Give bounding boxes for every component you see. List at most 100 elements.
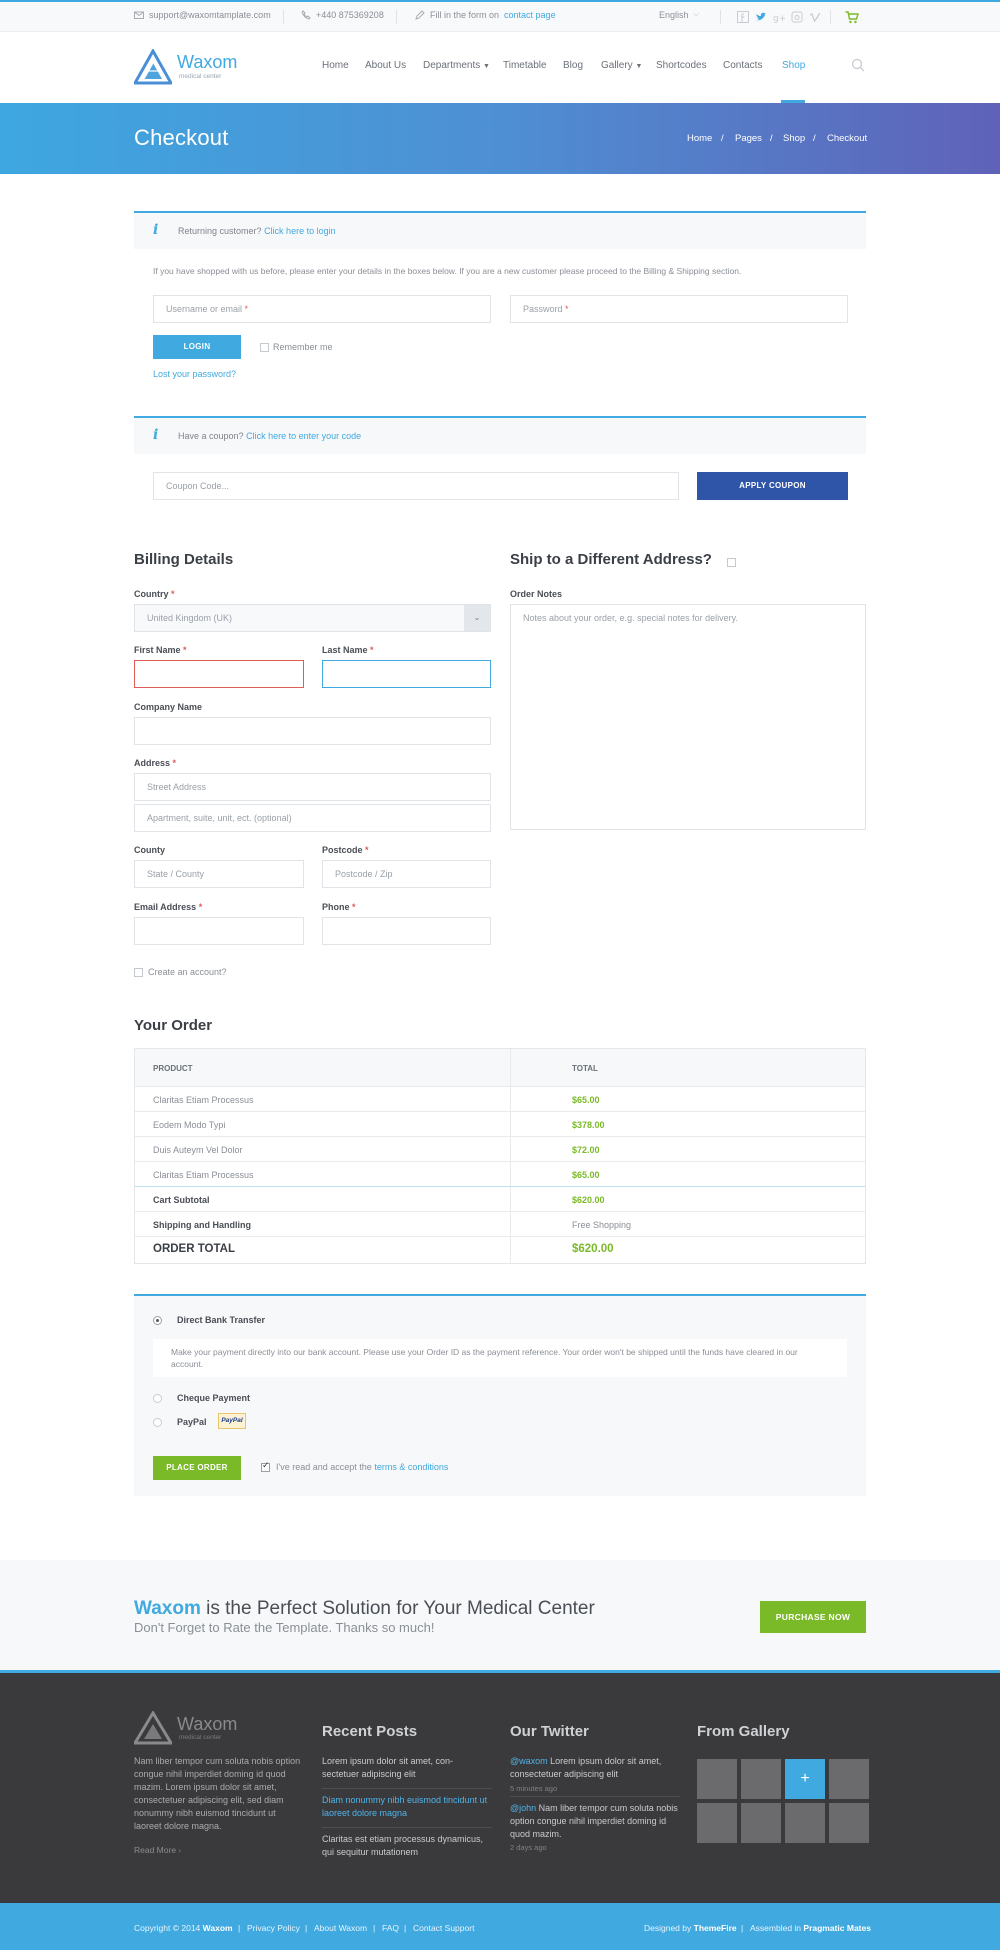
password-placeholder: Password: [523, 304, 563, 314]
lost-password-link[interactable]: Lost your password?: [153, 369, 236, 379]
gallery-thumbnail[interactable]: [785, 1803, 825, 1843]
nav-home[interactable]: Home: [322, 60, 349, 71]
tweet-text: Nam liber tempor cum soluta nobis option…: [510, 1803, 678, 1839]
nav-departments[interactable]: Departments ▼: [423, 60, 490, 71]
apartment-input[interactable]: Apartment, suite, unit, ect. (optional): [134, 804, 491, 832]
promo-subline: Don't Forget to Rate the Template. Thank…: [134, 1620, 435, 1635]
shipping-label: Shipping and Handling: [153, 1220, 251, 1230]
email-contact[interactable]: support@waxomtamplate.com: [134, 10, 271, 20]
gallery-thumbnail[interactable]: [741, 1759, 781, 1799]
coupon-code-input[interactable]: Coupon Code...: [153, 472, 679, 500]
instagram-icon[interactable]: [791, 11, 803, 23]
nav-contacts[interactable]: Contacts: [723, 60, 762, 71]
read-more-link[interactable]: Read More ›: [134, 1845, 181, 1855]
promo-brand: Waxom: [134, 1598, 201, 1619]
password-input[interactable]: Password *: [510, 295, 848, 323]
cheque-radio[interactable]: [153, 1394, 162, 1403]
paypal-label: PayPal: [177, 1417, 207, 1427]
language-value: English: [659, 10, 689, 20]
footer-logo[interactable]: Waxom medical center: [134, 1711, 244, 1747]
total-column-header: TOTAL: [572, 1064, 598, 1073]
recent-post-item[interactable]: Diam nonummy nibh euismod tincidunt ut l…: [322, 1794, 492, 1820]
google-plus-icon[interactable]: g+: [773, 11, 785, 23]
terms-checkbox[interactable]: ✓: [261, 1460, 270, 1472]
gallery-thumbnail[interactable]: [697, 1803, 737, 1843]
last-name-input[interactable]: [322, 660, 491, 688]
first-name-input[interactable]: [134, 660, 304, 688]
phone-label: Phone *: [322, 902, 356, 912]
required-mark: *: [198, 902, 203, 912]
fill-form-note: Fill in the form on contact page: [415, 10, 556, 20]
login-link[interactable]: Click here to login: [264, 226, 336, 236]
company-input[interactable]: [134, 717, 491, 745]
nav-about-us[interactable]: About Us: [365, 60, 406, 71]
assembled-in-link[interactable]: Pragmatic Mates: [803, 1923, 871, 1933]
language-select[interactable]: English ⌵: [659, 10, 699, 20]
place-order-button[interactable]: PLACE ORDER: [153, 1456, 241, 1480]
enter-code-link[interactable]: Click here to enter your code: [246, 431, 361, 441]
street-address-input[interactable]: Street Address: [134, 773, 491, 801]
terms-link[interactable]: terms & conditions: [374, 1462, 448, 1472]
coupon-notice: i Have a coupon? Click here to enter you…: [134, 416, 866, 454]
country-select[interactable]: United Kingdom (UK): [134, 604, 491, 632]
designed-by-link[interactable]: ThemeFire: [694, 1923, 737, 1933]
table-header: [135, 1049, 865, 1086]
tweet-handle[interactable]: @john: [510, 1803, 536, 1813]
gallery-thumbnail[interactable]: [829, 1759, 869, 1799]
username-placeholder: Username or email: [166, 304, 243, 314]
bank-transfer-radio[interactable]: [153, 1316, 162, 1325]
gallery-thumbnail[interactable]: [829, 1803, 869, 1843]
recent-post-item[interactable]: Lorem ipsum dolor sit amet, con- sectetu…: [322, 1755, 492, 1781]
order-notes-textarea[interactable]: Notes about your order, e.g. special not…: [510, 604, 866, 830]
pencil-icon: [415, 10, 425, 20]
terms-prefix: I've read and accept the: [276, 1462, 372, 1472]
breadcrumb-pages[interactable]: Pages: [735, 133, 762, 144]
chevron-down-icon[interactable]: ⌄: [464, 605, 490, 631]
paypal-radio[interactable]: [153, 1418, 162, 1427]
footer: Waxom medical center Nam liber tempor cu…: [0, 1673, 1000, 1903]
privacy-policy-link[interactable]: Privacy Policy: [247, 1923, 300, 1933]
about-waxom-link[interactable]: About Waxom: [314, 1923, 367, 1933]
nav-timetable[interactable]: Timetable: [503, 60, 547, 71]
gallery-thumbnail[interactable]: [697, 1759, 737, 1799]
facebook-icon[interactable]: [737, 11, 749, 23]
twitter-icon[interactable]: [755, 11, 767, 23]
recent-posts-title: Recent Posts: [322, 1723, 418, 1740]
search-icon[interactable]: [851, 58, 865, 72]
shopping-cart-icon[interactable]: [845, 11, 859, 24]
vimeo-icon[interactable]: [809, 11, 821, 23]
postcode-input[interactable]: Postcode / Zip: [322, 860, 491, 888]
nav-gallery[interactable]: Gallery ▼: [601, 60, 642, 71]
contact-support-link[interactable]: Contact Support: [413, 1923, 474, 1933]
info-icon: i: [153, 427, 159, 443]
logo[interactable]: Waxom medical center: [134, 49, 244, 87]
gallery-thumbnail[interactable]: [741, 1803, 781, 1843]
breadcrumb-shop[interactable]: Shop: [783, 133, 805, 144]
nav-shortcodes[interactable]: Shortcodes: [656, 60, 707, 71]
email-input[interactable]: [134, 917, 304, 945]
nav-departments-label: Departments: [423, 60, 481, 71]
last-name-label-text: Last Name: [322, 645, 368, 655]
apply-coupon-button[interactable]: APPLY COUPON: [697, 472, 848, 500]
phone-input[interactable]: [322, 917, 491, 945]
create-account-checkbox[interactable]: [134, 968, 143, 977]
nav-shop[interactable]: Shop: [782, 60, 805, 71]
login-button[interactable]: LOGIN: [153, 335, 241, 359]
your-order-title: Your Order: [134, 1017, 213, 1034]
bank-transfer-description: Make your payment directly into our bank…: [153, 1339, 847, 1377]
remember-me-checkbox[interactable]: [260, 343, 269, 352]
username-input[interactable]: Username or email *: [153, 295, 491, 323]
ship-different-checkbox[interactable]: [727, 558, 736, 567]
phone-contact: +440 875369208: [301, 10, 384, 20]
faq-link[interactable]: FAQ: [382, 1923, 399, 1933]
gallery-thumbnail-hover[interactable]: +: [785, 1759, 825, 1799]
nav-blog[interactable]: Blog: [563, 60, 583, 71]
purchase-now-button[interactable]: PURCHASE NOW: [760, 1601, 866, 1633]
separator: |: [404, 1923, 407, 1933]
recent-post-item[interactable]: Claritas est etiam processus dynamicus, …: [322, 1833, 492, 1859]
contact-page-link[interactable]: contact page: [504, 10, 556, 20]
caret-down-icon: ▼: [483, 63, 490, 70]
tweet-handle[interactable]: @waxom: [510, 1756, 548, 1766]
county-input[interactable]: State / County: [134, 860, 304, 888]
breadcrumb-home[interactable]: Home: [687, 133, 712, 144]
